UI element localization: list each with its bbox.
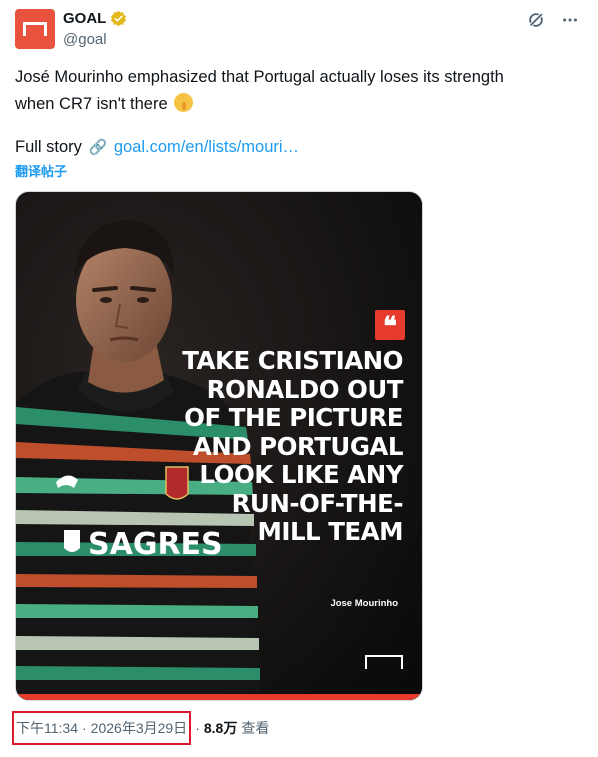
grok-icon[interactable]: [526, 10, 546, 30]
meta-separator: ·: [195, 720, 200, 736]
link-icon: 🔗: [88, 139, 108, 156]
goal-logo-icon: [23, 22, 47, 36]
tweet-actions-top: [526, 10, 580, 30]
meta-separator: ·: [82, 720, 87, 736]
tweet: GOAL @goal José Mourinho emphasized that…: [0, 0, 598, 757]
verified-badge-icon: [111, 10, 127, 27]
quote-author: Jose Mourinho: [330, 598, 398, 609]
name-row: GOAL: [63, 10, 127, 27]
quote-line: RUN-OF-THE-: [231, 488, 404, 518]
post-date: 2026年3月29日: [90, 720, 188, 736]
quote-text: TAKE CRISTIANO RONALDO OUT OF THE PICTUR…: [143, 346, 404, 547]
quote-line: TAKE CRISTIANO: [182, 346, 403, 375]
shushing-face-icon: [174, 93, 194, 112]
quote-line: MILL TEAM: [257, 517, 403, 546]
quote-line: OF THE PICTURE: [184, 403, 403, 432]
quote-line: RONALDO OUT: [206, 374, 404, 404]
tweet-meta: 下午11:34 · 2026年3月29日 · 8.8万 查看: [12, 711, 269, 745]
views-label: 查看: [241, 720, 270, 736]
post-time: 下午11:34: [16, 720, 78, 736]
story-prefix: Full story: [15, 138, 82, 156]
quote-line: AND PORTUGAL: [192, 431, 404, 461]
quote-mark-icon: ❝: [375, 310, 405, 342]
account-handle[interactable]: @goal: [63, 31, 107, 48]
account-avatar[interactable]: [15, 9, 55, 49]
more-icon[interactable]: [560, 10, 580, 30]
tweet-text-fragment: when CR7 isn't there: [15, 95, 168, 113]
views-count[interactable]: 8.8万: [204, 718, 237, 738]
tweet-text: José Mourinho emphasized that Portugal a…: [15, 64, 575, 118]
translate-post-link[interactable]: 翻译帖子: [15, 161, 67, 180]
tweet-media-image[interactable]: SAGRES ❝ TAKE CRISTIANO RONALDO OUT OF T…: [15, 191, 423, 701]
timestamp-highlight[interactable]: 下午11:34 · 2026年3月29日: [12, 711, 192, 745]
display-name[interactable]: GOAL: [63, 10, 106, 27]
quote-line: LOOK LIKE ANY: [199, 460, 403, 489]
accent-strip: [16, 694, 422, 700]
story-link[interactable]: goal.com/en/lists/mouri…: [114, 138, 299, 156]
story-line: Full story 🔗 goal.com/en/lists/mouri…: [15, 135, 299, 160]
tweet-text-line: José Mourinho emphasized that Portugal a…: [15, 68, 504, 86]
goal-watermark-icon: [365, 655, 403, 669]
tweet-text-line: when CR7 isn't there: [15, 91, 575, 118]
